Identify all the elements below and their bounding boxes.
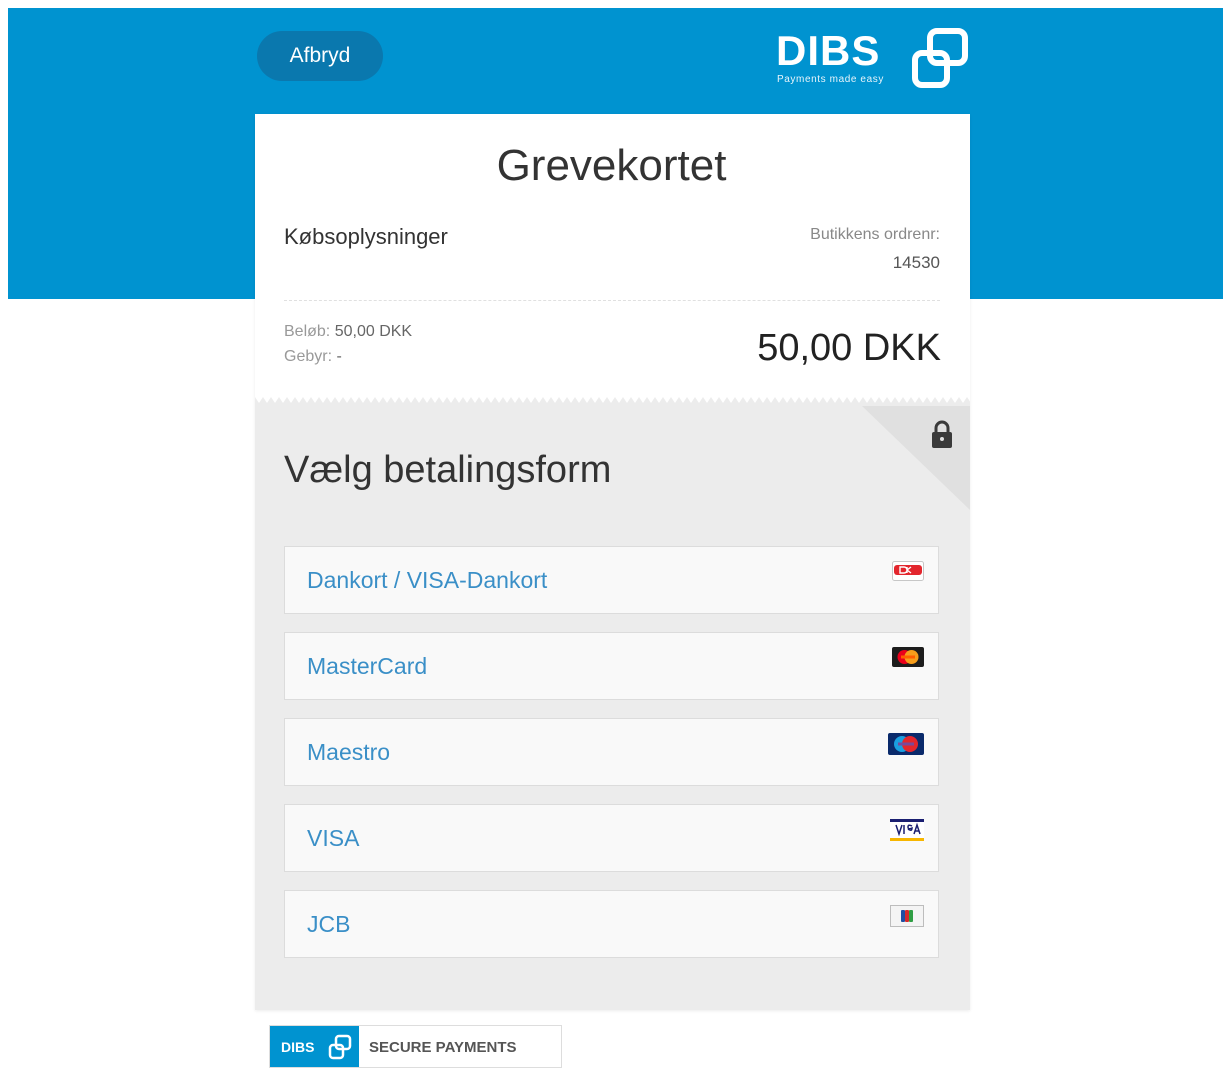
badge-logo-block: DIBS [270, 1026, 359, 1067]
dashed-divider [284, 300, 940, 301]
dibs-logo: DIBS Payments made easy [776, 26, 972, 90]
badge-logo-word: DIBS [281, 1039, 315, 1055]
payment-method-label: VISA [307, 825, 360, 851]
payment-method-maestro[interactable]: Maestro [284, 718, 939, 786]
payment-method-label: MasterCard [307, 653, 428, 679]
shop-title: Grevekortet [496, 141, 727, 190]
purchase-info-heading: Købsoplysninger [284, 224, 448, 249]
fee-label: Gebyr: [284, 348, 333, 365]
order-number-label: Butikkens ordrenr: [810, 226, 940, 243]
dankort-logo-icon [892, 561, 924, 581]
maestro-logo-icon [888, 733, 924, 755]
payment-method-mastercard[interactable]: MasterCard [284, 632, 939, 700]
amount-label: Beløb: [284, 323, 331, 340]
payment-method-visa[interactable]: VISA [284, 804, 939, 872]
payment-method-label: JCB [307, 911, 351, 937]
payment-method-heading: Vælg betalingsform [284, 449, 612, 491]
amount-line: Beløb: 50,00 DKK [284, 323, 412, 341]
total-amount: 50,00 DKK [757, 327, 941, 369]
amount-value: 50,00 DKK [334, 323, 413, 340]
payment-method-jcb[interactable]: JCB [284, 890, 939, 958]
cancel-button[interactable]: Afbryd [257, 31, 383, 81]
visa-logo-icon [890, 819, 924, 841]
payment-method-dankort[interactable]: Dankort / VISA-Dankort [284, 546, 939, 614]
secure-payments-badge: DIBS SECURE PAYMENTS [269, 1025, 562, 1068]
logo-word: DIBS [776, 27, 881, 74]
fee-value: - [336, 348, 342, 365]
payment-method-label: Maestro [307, 739, 391, 765]
mastercard-logo-icon [892, 647, 924, 667]
logo-tagline: Payments made easy [777, 74, 884, 85]
jcb-logo-icon [890, 905, 924, 927]
fee-line: Gebyr: - [284, 348, 342, 366]
link-chain-icon [328, 1034, 352, 1060]
payment-method-label: Dankort / VISA-Dankort [307, 567, 548, 593]
lock-icon [932, 420, 952, 448]
order-number-value: 14530 [892, 253, 940, 272]
link-chain-icon [912, 28, 968, 88]
badge-text: SECURE PAYMENTS [369, 1039, 517, 1056]
